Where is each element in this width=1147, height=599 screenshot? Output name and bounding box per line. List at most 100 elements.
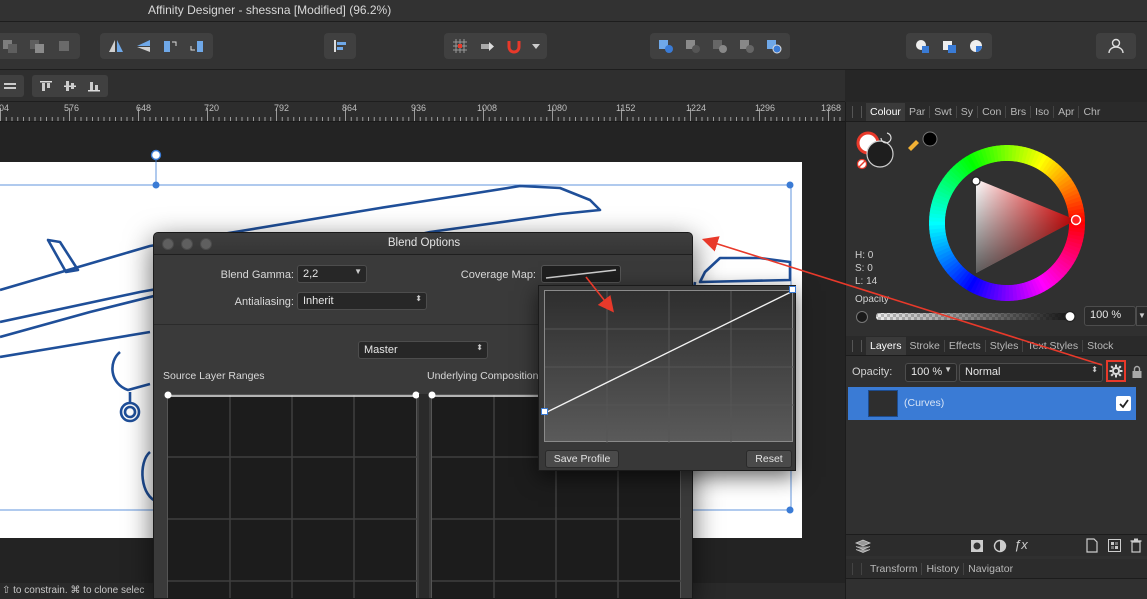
coverage-map-preview[interactable] [541, 265, 621, 283]
tab-navigator[interactable]: Navigator [964, 563, 1017, 575]
coverage-curve-graph[interactable] [544, 290, 794, 443]
blend-mode-select[interactable]: Normal ⬍ [959, 363, 1103, 382]
colour-triangle-handle[interactable] [971, 176, 981, 186]
tab-stock[interactable]: Stock [1083, 340, 1117, 352]
boolean-add-icon[interactable] [654, 35, 678, 57]
stepper-arrows-icon: ⬍ [415, 294, 422, 303]
panel-grip[interactable] [852, 105, 862, 118]
tab-colour[interactable]: Colour [866, 102, 905, 121]
context-toolbar [0, 70, 845, 102]
selection-handle[interactable] [786, 506, 794, 514]
selection-handle[interactable] [152, 181, 160, 189]
snapping-magnet-icon[interactable] [502, 35, 526, 57]
curve-point-handle[interactable] [541, 408, 548, 415]
layer-visibility-checkbox[interactable] [1116, 396, 1131, 411]
tab-appearance[interactable]: Apr [1054, 105, 1080, 118]
blend-gamma-value: 2,2 [303, 268, 319, 280]
boolean-divide-icon[interactable] [762, 35, 786, 57]
insert-inside-icon[interactable] [910, 35, 934, 57]
bring-forward-icon[interactable] [0, 35, 22, 57]
mask-icon[interactable] [970, 539, 984, 553]
tab-symbols[interactable]: Sy [957, 105, 979, 118]
hue-ring-handle[interactable] [1070, 214, 1082, 226]
channel-select[interactable]: Master ⬍ [358, 341, 488, 359]
align-left-icon[interactable] [328, 35, 352, 57]
trash-icon[interactable] [1130, 538, 1142, 553]
insert-behind-icon[interactable] [937, 35, 961, 57]
underlying-composition-label: Underlying Composition [427, 370, 539, 382]
range-handle[interactable] [164, 391, 172, 399]
align-bottom-icon[interactable] [83, 77, 105, 95]
opacity-value-field[interactable]: 100 % [1084, 306, 1136, 326]
dialog-title: Blend Options [387, 237, 461, 249]
snap-grid-icon[interactable] [448, 35, 472, 57]
rotate-left-icon[interactable] [158, 35, 182, 57]
send-to-back-icon[interactable] [52, 35, 76, 57]
insert-top-icon[interactable] [964, 35, 988, 57]
gear-icon [1109, 364, 1123, 378]
boolean-subtract-icon[interactable] [681, 35, 705, 57]
tab-stroke[interactable]: Stroke [906, 339, 945, 352]
tab-layers[interactable]: Layers [866, 336, 906, 355]
reset-button[interactable]: Reset [746, 450, 792, 468]
tab-styles[interactable]: Styles [986, 339, 1024, 352]
minimize-window-button[interactable] [181, 238, 193, 250]
rotate-right-icon[interactable] [185, 35, 209, 57]
selection-handle[interactable] [786, 181, 794, 189]
align-middle-icon[interactable] [59, 77, 81, 95]
layer-row[interactable]: (Curves) [848, 387, 1136, 420]
blend-gamma-select[interactable]: 2,2 ▼ [297, 265, 367, 283]
window-title: Affinity Designer - shessna [Modified] (… [148, 3, 392, 17]
tab-history[interactable]: History [922, 562, 965, 575]
tab-isometric[interactable]: Iso [1031, 105, 1055, 118]
dialog-title-bar[interactable]: Blend Options [154, 233, 692, 255]
layers-opacity-field[interactable]: 100 % ▼ [905, 363, 957, 382]
tab-character[interactable]: Chr [1079, 106, 1104, 118]
tab-effects[interactable]: Effects [945, 339, 986, 352]
toolbar-group-snapping [444, 33, 547, 59]
boolean-intersect-icon[interactable] [708, 35, 732, 57]
horizontal-ruler[interactable]: 504 576 648 720 792 864 936 1008 1080 11… [0, 102, 845, 122]
curve-point-handle[interactable] [789, 286, 796, 293]
opacity-slider-handle[interactable] [1064, 310, 1076, 323]
layers-stack-icon[interactable] [854, 539, 872, 553]
layers-bottom-bar: ƒx [846, 534, 1147, 556]
snap-move-icon[interactable] [475, 35, 499, 57]
tab-swatches[interactable]: Swt [930, 105, 957, 118]
distribute-icon[interactable] [0, 77, 21, 95]
align-top-icon[interactable] [35, 77, 57, 95]
save-profile-button[interactable]: Save Profile [545, 450, 619, 468]
flip-horizontal-icon[interactable] [104, 35, 128, 57]
blend-mode-value: Normal [965, 366, 1001, 378]
colour-wheel[interactable] [926, 142, 1088, 304]
graph-scrollbar[interactable] [419, 394, 429, 598]
tab-transform[interactable]: Transform [866, 562, 923, 575]
user-icon[interactable] [1104, 35, 1128, 57]
fill-colour-well[interactable] [866, 140, 894, 168]
opacity-slider-widget[interactable] [854, 308, 1086, 326]
adjustment-icon[interactable] [993, 539, 1007, 553]
flip-vertical-icon[interactable] [131, 35, 155, 57]
fx-icon[interactable]: ƒx [1014, 537, 1028, 552]
tab-paragraph[interactable]: Par [905, 105, 931, 118]
boolean-xor-icon[interactable] [735, 35, 759, 57]
close-window-button[interactable] [162, 238, 174, 250]
tab-constraints[interactable]: Con [978, 105, 1007, 118]
panel-grip[interactable] [852, 562, 862, 575]
tab-brushes[interactable]: Brs [1006, 105, 1032, 118]
zoom-window-button[interactable] [200, 238, 212, 250]
panel-grip[interactable] [852, 339, 862, 352]
tab-text-styles[interactable]: Text Styles [1023, 339, 1084, 352]
source-ranges-graph[interactable] [167, 394, 418, 598]
blend-gamma-label: Blend Gamma: [220, 269, 294, 281]
rotation-handle[interactable] [150, 149, 162, 161]
new-layer-icon[interactable] [1086, 538, 1098, 553]
send-backward-icon[interactable] [25, 35, 49, 57]
opacity-dropdown-icon[interactable]: ▼ [1136, 306, 1147, 326]
pixel-layer-icon[interactable] [1108, 539, 1121, 552]
lock-icon[interactable] [1131, 365, 1143, 379]
antialiasing-select[interactable]: Inherit ⬍ [297, 292, 427, 310]
layer-settings-button[interactable] [1106, 360, 1126, 382]
range-handle[interactable] [428, 391, 436, 399]
snapping-dropdown-icon[interactable] [529, 35, 543, 57]
